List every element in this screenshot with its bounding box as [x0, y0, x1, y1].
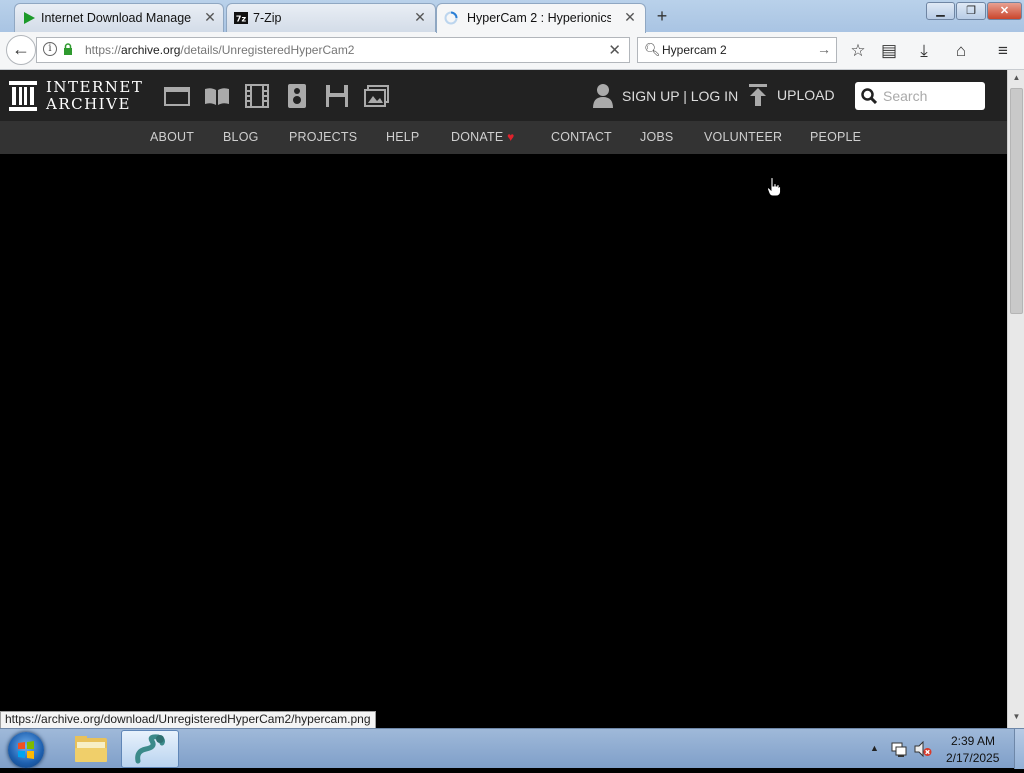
svg-text:7z: 7z [236, 15, 247, 24]
7zip-icon: 7z [234, 12, 248, 24]
home-icon[interactable]: ⌂ [950, 40, 972, 62]
navigation-toolbar: ← i https://archive.org/details/Unregist… [0, 32, 1024, 70]
ia-header: INTERNET ARCHIVE SIGN UP | LOG IN UPLOAD… [0, 70, 1007, 121]
vertical-scrollbar[interactable]: ▲ ▼ [1007, 70, 1024, 728]
network-icon[interactable] [891, 741, 907, 757]
archive-logo-text[interactable]: INTERNET ARCHIVE [46, 79, 143, 113]
scroll-up-icon[interactable]: ▲ [1011, 73, 1022, 85]
ia-nav-bar: ABOUT BLOG PROJECTS HELP DONATE ♥ CONTAC… [0, 121, 1007, 154]
audio-icon[interactable] [284, 84, 310, 108]
explorer-taskbar-button[interactable] [62, 730, 120, 768]
tab-title: HyperCam 2 : Hyperionics : [467, 11, 611, 25]
nav-people[interactable]: PEOPLE [810, 130, 861, 144]
heart-icon: ♥ [507, 130, 515, 144]
logo-line-archive: ARCHIVE [46, 95, 131, 113]
reader-icon[interactable]: ▤ [878, 40, 900, 62]
upload-link[interactable]: UPLOAD [777, 87, 835, 103]
scroll-down-icon[interactable]: ▼ [1011, 712, 1022, 724]
nav-jobs[interactable]: JOBS [640, 130, 673, 144]
lock-icon [64, 43, 72, 55]
scroll-thumb[interactable] [1010, 88, 1023, 314]
new-tab-button[interactable]: + [652, 6, 672, 26]
nav-donate[interactable]: DONATE ♥ [451, 130, 514, 144]
image-icon[interactable] [364, 84, 390, 108]
tab-7zip[interactable]: 7z 7-Zip ✕ [226, 3, 436, 32]
software-icon[interactable] [324, 84, 350, 108]
archive-logo-icon[interactable] [9, 81, 37, 111]
address-bar[interactable]: i https://archive.org/details/Unregister… [36, 37, 630, 63]
url-text: https://archive.org/details/Unregistered… [85, 43, 355, 57]
web-icon[interactable] [164, 84, 190, 108]
nav-contact[interactable]: CONTACT [551, 130, 612, 144]
play-icon [24, 12, 35, 24]
menu-icon[interactable]: ≡ [992, 40, 1014, 62]
star-icon[interactable]: ☆ [847, 40, 869, 62]
tab-title: 7-Zip [253, 11, 282, 25]
nav-volunteer[interactable]: VOLUNTEER [704, 130, 782, 144]
upload-icon[interactable] [748, 84, 768, 106]
signup-login-link[interactable]: SIGN UP | LOG IN [622, 88, 738, 104]
clear-url-icon[interactable]: ✕ [608, 41, 621, 59]
book-icon[interactable] [204, 84, 230, 108]
minimize-button[interactable]: ▁ [926, 2, 955, 20]
search-icon [861, 88, 877, 104]
windows-start-icon[interactable] [8, 732, 44, 768]
logo-line-internet: INTERNET [46, 78, 144, 96]
show-desktop-button[interactable] [1014, 729, 1024, 769]
restore-button[interactable]: ❐ [956, 2, 986, 20]
windows-logo-icon [18, 741, 34, 759]
nav-about[interactable]: ABOUT [150, 130, 194, 144]
tab-close-icon[interactable]: ✕ [413, 10, 427, 24]
search-go-icon[interactable]: → [817, 41, 831, 57]
volume-muted-icon[interactable] [914, 741, 932, 757]
close-window-button[interactable]: ✕ [987, 2, 1022, 20]
folder-icon [75, 736, 107, 762]
tab-close-icon[interactable]: ✕ [623, 10, 637, 24]
search-placeholder: Search [883, 88, 928, 104]
nav-donate-label: DONATE [451, 130, 504, 144]
tab-internet-download-manager[interactable]: Internet Download Manager ✕ [14, 3, 224, 32]
loading-spinner-icon [444, 11, 458, 25]
back-button[interactable]: ← [6, 35, 36, 65]
taskbar: ▲ 2:39 AM 2/17/2025 [0, 728, 1024, 769]
site-search-input[interactable]: Search [855, 82, 985, 110]
info-icon[interactable]: i [43, 42, 57, 56]
search-input-value: Hypercam 2 [662, 43, 727, 57]
clock-time[interactable]: 2:39 AM [951, 734, 995, 748]
hand-cursor-icon [767, 177, 781, 197]
tab-hypercam[interactable]: HyperCam 2 : Hyperionics : ✕ [436, 3, 646, 33]
item-viewer[interactable] [0, 154, 1007, 712]
tab-close-icon[interactable]: ✕ [203, 10, 217, 24]
tab-strip: Internet Download Manager ✕ 7z 7-Zip ✕ H… [0, 0, 1024, 33]
download-icon[interactable]: ⤓ [913, 40, 935, 62]
nav-projects[interactable]: PROJECTS [289, 130, 357, 144]
show-hidden-icons[interactable]: ▲ [870, 743, 879, 753]
browser-search-box[interactable]: 🔍︎ Hypercam 2 → [637, 37, 837, 63]
nav-blog[interactable]: BLOG [223, 130, 259, 144]
hypercam-taskbar-button[interactable] [121, 730, 179, 768]
user-icon[interactable] [593, 84, 613, 108]
snake-app-icon [135, 734, 165, 764]
search-icon: 🔍︎ [644, 42, 661, 57]
back-arrow-icon: ← [12, 39, 30, 59]
film-icon[interactable] [244, 84, 270, 108]
tab-title: Internet Download Manager [41, 11, 191, 25]
nav-help[interactable]: HELP [386, 130, 419, 144]
clock-date[interactable]: 2/17/2025 [946, 751, 999, 765]
